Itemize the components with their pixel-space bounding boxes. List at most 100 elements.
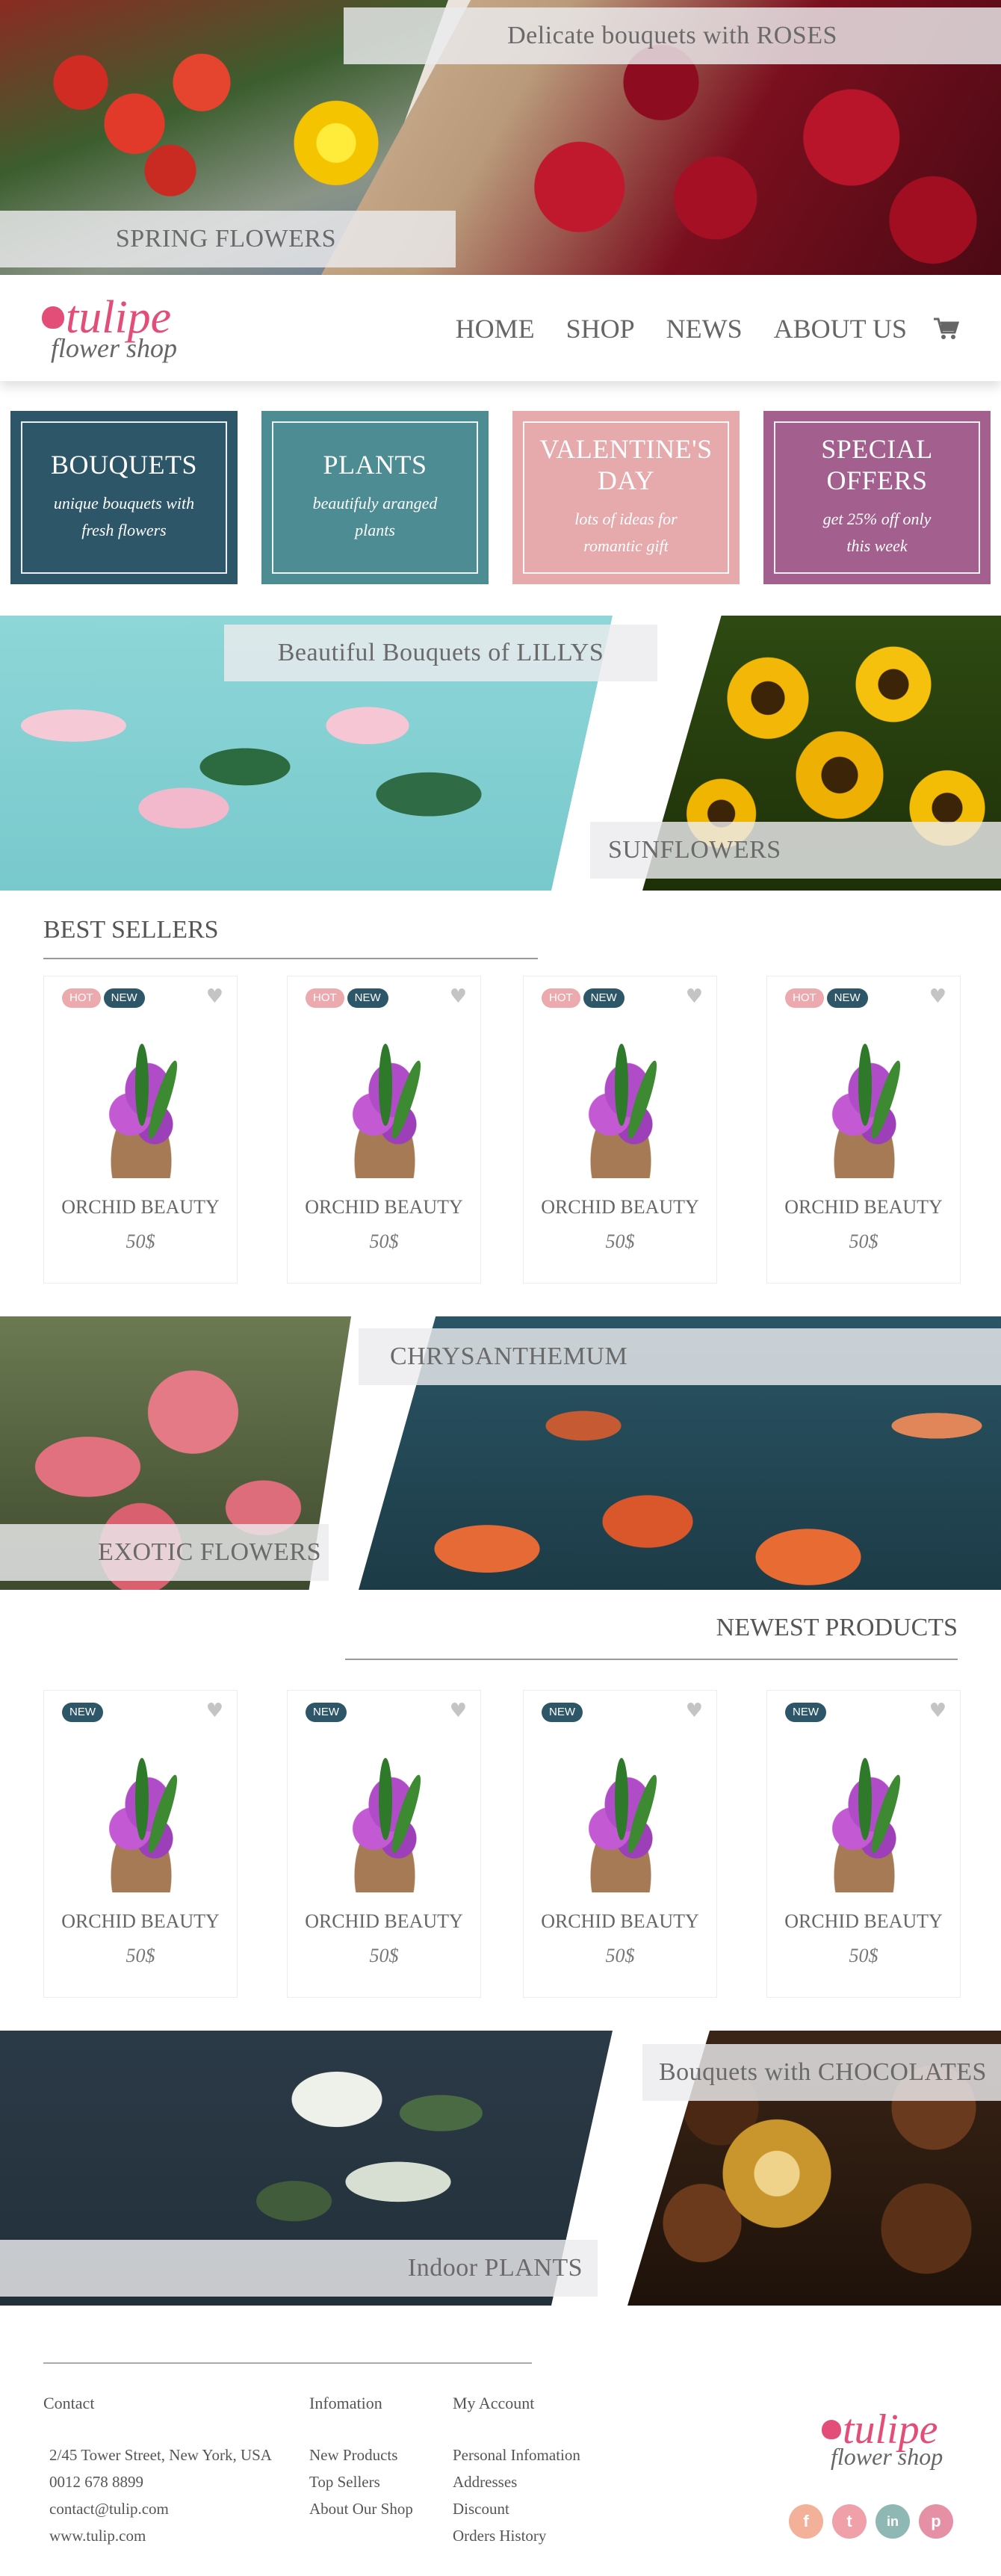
- footer-logo-subtitle: flower shop: [831, 2443, 943, 2470]
- product-card[interactable]: HOT NEW ♥ ORCHID BEAUTY 50$: [287, 976, 481, 1284]
- category-plants[interactable]: PLANTS beautifuly aranged plants: [261, 411, 489, 584]
- new-badge: NEW: [542, 1703, 583, 1722]
- product-card[interactable]: NEW ♥ ORCHID BEAUTY 50$: [287, 1690, 481, 1998]
- hot-badge: HOT: [542, 988, 580, 1008]
- product-image[interactable]: [317, 1750, 452, 1892]
- heart-icon[interactable]: ♥: [929, 1700, 946, 1722]
- footer-link-personal-info[interactable]: Personal Infomation: [453, 2442, 617, 2468]
- heart-icon[interactable]: ♥: [929, 985, 946, 1008]
- new-badge: NEW: [785, 1703, 826, 1722]
- badge-group: HOT NEW: [785, 988, 871, 1008]
- lillys-band-label: Beautiful Bouquets of LILLYS: [277, 639, 604, 666]
- product-card[interactable]: NEW ♥ ORCHID BEAUTY 50$: [523, 1690, 717, 1998]
- product-image[interactable]: [74, 1750, 208, 1892]
- hero-bottom-band[interactable]: SPRING FLOWERS: [0, 211, 456, 267]
- product-price: 50$: [605, 1230, 635, 1252]
- product-price: 50$: [605, 1945, 635, 1966]
- logo[interactable]: tulipe flower shop: [42, 294, 177, 362]
- heart-icon[interactable]: ♥: [206, 1700, 223, 1722]
- footer-logo[interactable]: tulipe flower shop: [822, 2409, 943, 2468]
- best-sellers-list: HOT NEW ♥ ORCHID BEAUTY 50$ HOT NEW ♥ ORCH…: [43, 976, 964, 1284]
- footer-link-top-sellers[interactable]: Top Sellers: [309, 2468, 444, 2495]
- product-name[interactable]: ORCHID BEAUTY: [524, 1196, 716, 1219]
- footer-link-addresses[interactable]: Addresses: [453, 2468, 617, 2495]
- nav-home[interactable]: HOME: [456, 313, 535, 344]
- exotic-flowers-band-label: EXOTIC FLOWERS: [98, 1538, 321, 1566]
- chrysanthemum-band[interactable]: CHRYSANTHEMUM: [359, 1328, 1001, 1385]
- product-image[interactable]: [554, 1036, 688, 1178]
- product-card[interactable]: NEW ♥ ORCHID BEAUTY 50$: [766, 1690, 961, 1998]
- hero-top-band-label: Delicate bouquets with ROSES: [507, 22, 837, 49]
- tulip-logo-icon: [42, 306, 64, 329]
- badge-group: NEW: [306, 1703, 350, 1722]
- indoor-plants-band-label: Indoor PLANTS: [407, 2254, 583, 2282]
- category-title: PLANTS: [323, 450, 427, 480]
- footer-link-orders-history[interactable]: Orders History: [453, 2522, 617, 2549]
- footer-phone[interactable]: 0012 678 8899: [49, 2468, 312, 2495]
- product-name[interactable]: ORCHID BEAUTY: [767, 1196, 960, 1219]
- category-subtitle-2: plants: [355, 521, 395, 539]
- product-card[interactable]: HOT NEW ♥ ORCHID BEAUTY 50$: [43, 976, 238, 1284]
- product-image[interactable]: [74, 1036, 208, 1178]
- sunflowers-band-label: SUNFLOWERS: [608, 836, 781, 864]
- chocolates-band-label: Bouquets with CHOCOLATES: [659, 2058, 987, 2086]
- product-image[interactable]: [554, 1750, 688, 1892]
- product-name[interactable]: ORCHID BEAUTY: [767, 1910, 960, 1933]
- pinterest-icon[interactable]: p: [919, 2504, 953, 2539]
- indoor-plants-band[interactable]: Indoor PLANTS: [0, 2240, 598, 2297]
- footer-link-about-shop[interactable]: About Our Shop: [309, 2495, 444, 2522]
- product-image[interactable]: [797, 1750, 932, 1892]
- nav-shop[interactable]: SHOP: [566, 313, 635, 344]
- product-card[interactable]: HOT NEW ♥ ORCHID BEAUTY 50$: [766, 976, 961, 1284]
- product-image[interactable]: [797, 1036, 932, 1178]
- footer-contact-title: Contact: [43, 2394, 95, 2412]
- new-badge: NEW: [347, 988, 388, 1008]
- product-name[interactable]: ORCHID BEAUTY: [44, 1196, 237, 1219]
- footer-website[interactable]: www.tulip.com: [49, 2522, 312, 2549]
- twitter-icon[interactable]: t: [832, 2504, 867, 2539]
- chocolates-band[interactable]: Bouquets with CHOCOLATES: [642, 2044, 1001, 2101]
- product-name[interactable]: ORCHID BEAUTY: [288, 1910, 480, 1933]
- product-name[interactable]: ORCHID BEAUTY: [288, 1196, 480, 1219]
- hero-top-band[interactable]: Delicate bouquets with ROSES: [344, 7, 1001, 64]
- category-bouquets[interactable]: BOUQUETS unique bouquets with fresh flow…: [10, 411, 238, 584]
- best-sellers-title: BEST SELLERS: [43, 916, 219, 944]
- heart-icon[interactable]: ♥: [450, 985, 467, 1008]
- heart-icon[interactable]: ♥: [686, 985, 703, 1008]
- footer-account: My Account Personal Infomation Addresses…: [453, 2394, 617, 2549]
- product-price: 50$: [369, 1945, 399, 1966]
- heart-icon[interactable]: ♥: [206, 985, 223, 1008]
- product-name[interactable]: ORCHID BEAUTY: [44, 1910, 237, 1933]
- product-card[interactable]: NEW ♥ ORCHID BEAUTY 50$: [43, 1690, 238, 1998]
- lillys-band[interactable]: Beautiful Bouquets of LILLYS: [224, 625, 657, 681]
- footer-address: 2/45 Tower Street, New York, USA: [49, 2446, 272, 2464]
- footer-link-discount[interactable]: Discount: [453, 2495, 617, 2522]
- new-badge: NEW: [62, 1703, 103, 1722]
- badge-group: NEW: [785, 1703, 829, 1722]
- nav-news[interactable]: NEWS: [666, 313, 743, 344]
- heart-icon[interactable]: ♥: [450, 1700, 467, 1722]
- footer-link-new-products[interactable]: New Products: [309, 2442, 444, 2468]
- newest-products-list: NEW ♥ ORCHID BEAUTY 50$ NEW ♥ ORCHID BEA…: [43, 1690, 964, 1998]
- exotic-flowers-band[interactable]: EXOTIC FLOWERS: [0, 1524, 329, 1581]
- hot-badge: HOT: [785, 988, 824, 1008]
- logo-subtitle: flower shop: [51, 333, 178, 363]
- best-sellers-divider: [43, 958, 538, 959]
- cart-icon[interactable]: [932, 316, 960, 341]
- linkedin-icon[interactable]: in: [876, 2504, 910, 2539]
- product-name[interactable]: ORCHID BEAUTY: [524, 1910, 716, 1933]
- category-valentines-day[interactable]: VALENTINE'S DAY lots of ideas for romant…: [512, 411, 740, 584]
- product-price: 50$: [849, 1230, 878, 1252]
- category-subtitle-2: this week: [846, 536, 908, 555]
- footer-email[interactable]: contact@tulip.com: [49, 2495, 312, 2522]
- category-subtitle-2: romantic gift: [583, 536, 669, 555]
- heart-icon[interactable]: ♥: [686, 1700, 703, 1722]
- product-card[interactable]: HOT NEW ♥ ORCHID BEAUTY 50$: [523, 976, 717, 1284]
- category-title: VALENTINE'S DAY: [539, 434, 713, 496]
- facebook-icon[interactable]: f: [789, 2504, 823, 2539]
- product-image[interactable]: [317, 1036, 452, 1178]
- badge-group: HOT NEW: [542, 988, 627, 1008]
- sunflowers-band[interactable]: SUNFLOWERS: [590, 822, 1001, 879]
- category-special-offers[interactable]: SPECIAL OFFERS get 25% off only this wee…: [763, 411, 991, 584]
- nav-about-us[interactable]: ABOUT US: [774, 313, 907, 344]
